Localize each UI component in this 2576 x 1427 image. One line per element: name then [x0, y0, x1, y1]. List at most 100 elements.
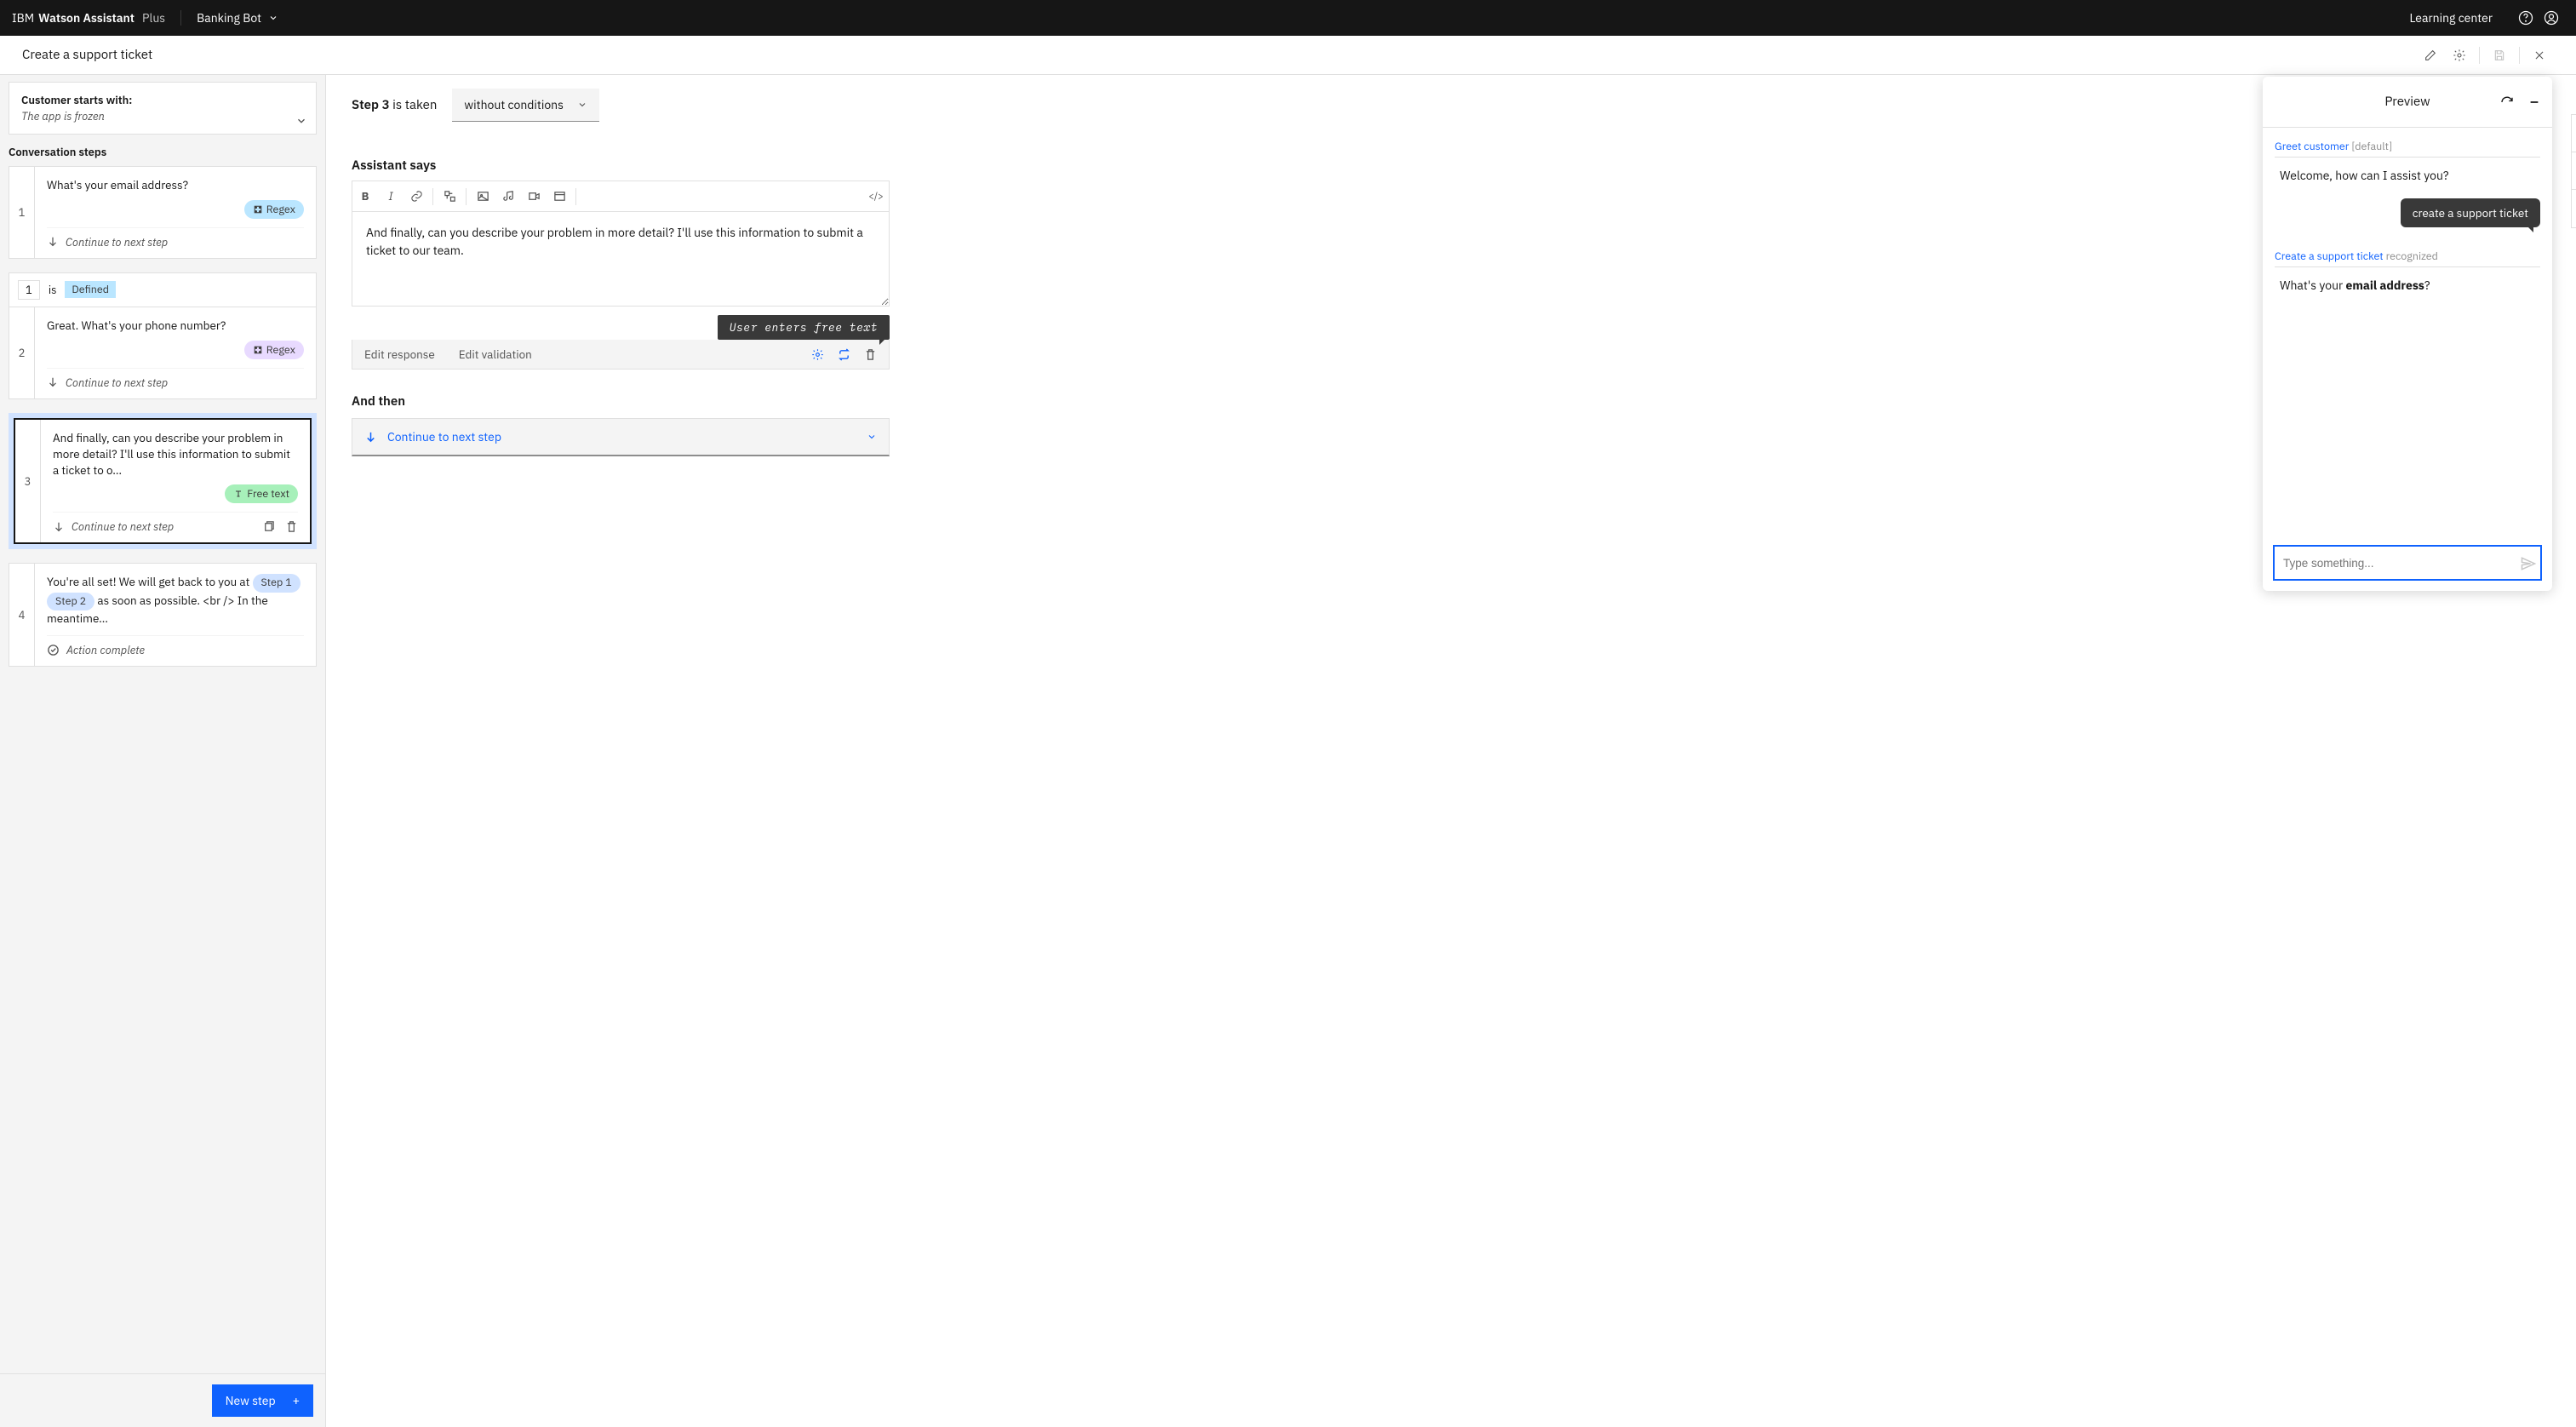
condition-select[interactable]: without conditions	[452, 89, 599, 122]
italic-button[interactable]: I	[378, 181, 404, 212]
italic-icon: I	[388, 189, 392, 203]
bot-question: What's your email address?	[2280, 278, 2540, 293]
copy-icon[interactable]	[262, 520, 275, 533]
subheader: Create a support ticket	[0, 36, 2576, 75]
brand-ibm: IBM	[12, 10, 34, 26]
link-button[interactable]	[404, 181, 429, 212]
and-then-select[interactable]: Continue to next step	[352, 418, 890, 456]
repeat-icon	[838, 348, 850, 361]
assistant-says-label: Assistant says	[352, 158, 2550, 174]
regex-tag: Regex	[244, 341, 304, 359]
step-prompt: What's your email address?	[47, 177, 304, 193]
brand-plan: Plus	[142, 10, 165, 26]
complete-row: Action complete	[47, 635, 304, 657]
video-icon	[528, 190, 541, 203]
greet-label: Greet customer [default]	[2275, 140, 2540, 153]
response-bar: Edit response Edit validation	[352, 340, 890, 370]
audio-button[interactable]	[495, 181, 521, 212]
response-settings-button[interactable]	[811, 348, 824, 361]
account-button[interactable]	[2539, 5, 2564, 31]
link-icon	[410, 190, 423, 203]
settings-button[interactable]	[2445, 41, 2474, 70]
rail-fx-button[interactable]: ƒx	[2572, 152, 2576, 190]
bot-selector[interactable]: Banking Bot	[197, 10, 278, 26]
help-button[interactable]	[2513, 5, 2539, 31]
edit-response-link[interactable]: Edit response	[364, 347, 435, 362]
step-card-4[interactable]: 4 You're all set! We will get back to yo…	[9, 563, 317, 667]
step-header: Step 3 is taken without conditions ƒx	[352, 89, 2550, 122]
response-editor: B I	[352, 181, 890, 307]
variable-button[interactable]	[437, 181, 462, 212]
step-taken-label: Step 3 is taken	[352, 97, 437, 113]
chevron-down-icon	[577, 100, 587, 110]
code-icon: </>	[868, 191, 883, 203]
arrow-down-icon	[47, 376, 59, 388]
regex-icon	[253, 204, 263, 215]
step-card-1[interactable]: 1 What's your email address? Regex Conti…	[9, 166, 317, 259]
trash-icon[interactable]	[285, 520, 298, 533]
edit-validation-link[interactable]: Edit validation	[459, 347, 532, 362]
customer-starts-card[interactable]: Customer starts with: The app is frozen	[9, 82, 317, 135]
steps-list: 1 What's your email address? Regex Conti…	[0, 166, 325, 1373]
side-rail: ƒx	[2571, 114, 2576, 228]
brand: IBM Watson Assistant Plus	[12, 10, 165, 26]
preview-send-button[interactable]	[2520, 555, 2537, 572]
iframe-button[interactable]	[547, 181, 572, 212]
preview-minimize-button[interactable]	[2528, 96, 2540, 108]
step-number: 4	[9, 564, 35, 666]
continue-row: Continue to next step	[47, 227, 304, 249]
conversation-steps-title: Conversation steps	[0, 135, 325, 166]
close-button[interactable]	[2525, 41, 2554, 70]
user-enters-row: User enters free text	[352, 315, 890, 340]
arrow-down-icon	[364, 431, 377, 444]
response-delete-button[interactable]	[864, 348, 877, 361]
rail-variable-button[interactable]	[2572, 115, 2576, 152]
preview-refresh-button[interactable]	[2499, 95, 2515, 110]
new-step-button[interactable]: New step +	[212, 1384, 313, 1417]
continue-row: Continue to next step	[47, 368, 304, 390]
help-icon	[2517, 9, 2534, 26]
save-button	[2485, 41, 2514, 70]
video-button[interactable]	[521, 181, 547, 212]
step-ref-tag: Step 2	[47, 593, 94, 611]
bot-welcome-msg: Welcome, how can I assist you?	[2280, 168, 2540, 183]
send-icon	[2520, 555, 2537, 572]
step-prompt: Great. What's your phone number?	[47, 318, 304, 334]
and-then-label: And then	[352, 393, 890, 410]
bold-icon: B	[362, 189, 369, 203]
code-button[interactable]: </>	[863, 181, 889, 212]
brand-product: Watson Assistant	[38, 10, 135, 26]
close-icon	[2533, 49, 2545, 61]
learning-center-link[interactable]: Learning center	[2409, 10, 2493, 26]
bold-button[interactable]: B	[352, 181, 378, 212]
preview-input-box	[2273, 545, 2542, 581]
iframe-icon	[553, 190, 566, 203]
rail-blocks-button[interactable]	[2572, 190, 2576, 227]
preview-body: Greet customer [default] Welcome, how ca…	[2263, 128, 2552, 535]
step-card-2[interactable]: 1 is Defined 2 Great. What's your phone …	[9, 272, 317, 399]
chevron-down-icon	[268, 13, 278, 23]
refresh-icon	[2499, 95, 2515, 110]
chevron-down-icon	[867, 432, 877, 442]
starter-example: The app is frozen	[21, 109, 304, 123]
recognized-label: Create a support ticket recognized	[2275, 249, 2540, 263]
step-card-3[interactable]: 3 And finally, can you describe your pro…	[9, 413, 317, 550]
bot-name: Banking Bot	[197, 10, 261, 26]
preview-input[interactable]	[2283, 557, 2532, 570]
edit-button[interactable]	[2416, 41, 2445, 70]
user-enters-bubble: User enters free text	[718, 315, 890, 340]
chevron-down-icon	[295, 115, 307, 127]
step-prompt: And finally, can you describe your probl…	[53, 430, 298, 479]
content: Step 3 is taken without conditions ƒx As…	[326, 75, 2576, 1427]
arrow-down-icon	[53, 521, 65, 533]
response-textarea[interactable]: And finally, can you describe your probl…	[352, 212, 889, 306]
preview-title: Preview	[2384, 94, 2430, 110]
image-button[interactable]	[470, 181, 495, 212]
user-message: create a support ticket	[2401, 198, 2540, 227]
topbar: IBM Watson Assistant Plus Banking Bot Le…	[0, 0, 2576, 36]
freetext-tag: Free text	[225, 484, 298, 503]
preview-header: Preview	[2263, 77, 2552, 128]
step-prompt: You're all set! We will get back to you …	[47, 574, 304, 627]
response-repeat-button[interactable]	[838, 348, 850, 361]
continue-row: Continue to next step	[53, 512, 298, 534]
